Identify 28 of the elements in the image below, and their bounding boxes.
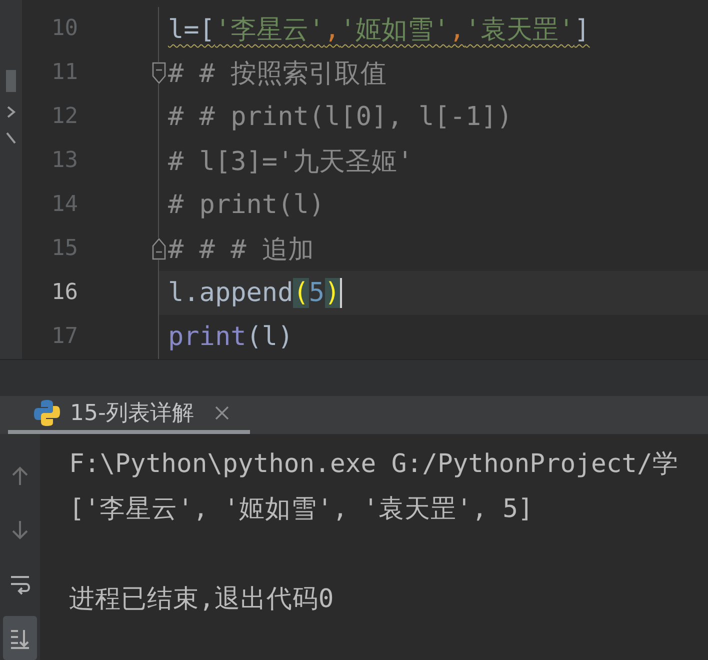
line-number: 12 [50,103,78,131]
slash-icon[interactable] [6,132,16,144]
line-number: 10 [50,15,78,43]
line-number: 13 [50,147,78,175]
close-icon[interactable] [214,405,230,422]
python-logo-icon [32,398,62,428]
line-number: 16 [50,279,78,307]
code-line: # # # 追加 [167,234,315,266]
code-line: l=['李星云','姬如雪','袁天罡'] [167,14,591,46]
fold-icon[interactable] [152,238,166,260]
console-line: ['李星云', '姬如雪', '袁天罡', 5] [69,493,534,526]
console-line: F:\Python\python.exe G:/PythonProject/学 [69,448,678,481]
line-number: 11 [50,59,78,87]
chevron-icon[interactable] [6,106,16,118]
code-line: print(l) [167,321,294,354]
code-line: # # 按照索引取值 [167,58,388,90]
text-cursor [340,278,342,308]
code-line: # # print(l[0], l[-1]) [167,101,514,134]
line-number: 15 [50,235,78,263]
line-number: 17 [50,323,78,351]
console-tool-button[interactable] [3,616,37,660]
scroll-to-end-icon [9,627,31,649]
code-line: # print(l) [167,189,326,222]
soft-wrap-icon [9,573,31,595]
line-number: 14 [50,191,78,219]
fold-icon[interactable] [152,62,166,84]
code-line: # l[3]='九天圣姬' [167,146,414,178]
console-line: 进程已结束,退出代码0 [69,583,335,616]
